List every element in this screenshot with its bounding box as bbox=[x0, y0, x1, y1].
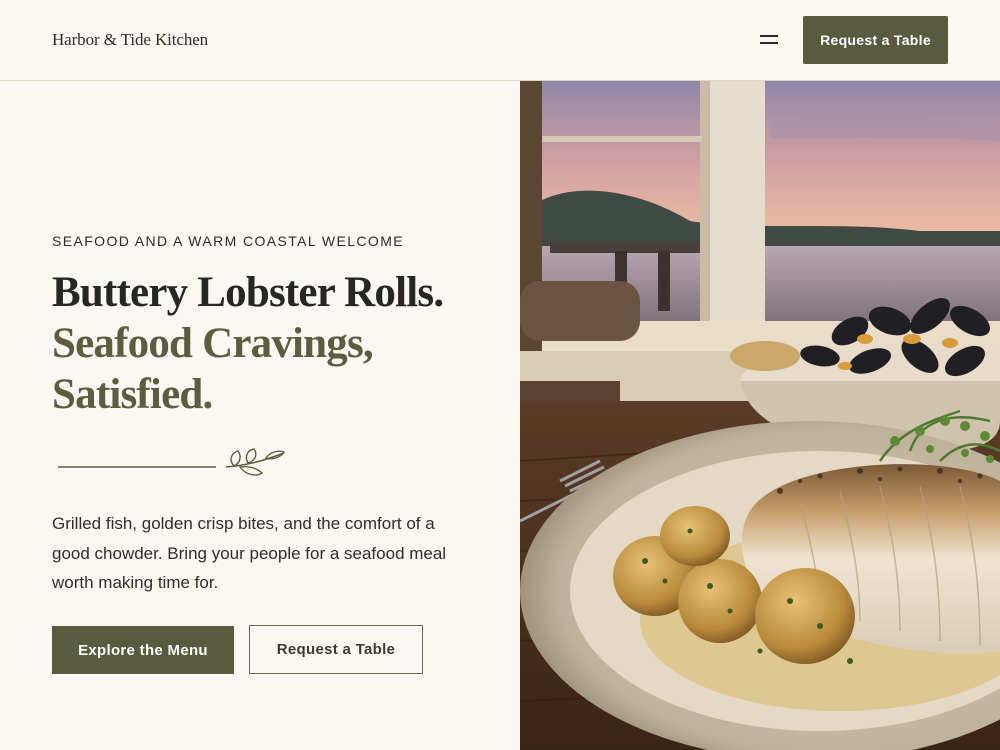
hero-headline: Buttery Lobster Rolls. Seafood Cravings,… bbox=[52, 267, 512, 420]
headline-line-1: Buttery Lobster Rolls. bbox=[52, 269, 444, 316]
brand-logo[interactable]: Harbor & Tide Kitchen bbox=[52, 30, 208, 50]
header-request-table-button[interactable]: Request a Table bbox=[803, 16, 948, 64]
hamburger-menu-icon[interactable] bbox=[757, 31, 781, 49]
menu-line bbox=[760, 35, 778, 37]
site-header: Harbor & Tide Kitchen Request a Table bbox=[0, 0, 1000, 81]
hero-content: SEAFOOD AND A WARM COASTAL WELCOME Butte… bbox=[0, 81, 520, 750]
request-table-button[interactable]: Request a Table bbox=[249, 625, 423, 674]
hero-photo bbox=[520, 81, 1000, 750]
explore-menu-button[interactable]: Explore the Menu bbox=[52, 626, 234, 674]
leaf-sprig-icon bbox=[58, 448, 286, 476]
hero-eyebrow: SEAFOOD AND A WARM COASTAL WELCOME bbox=[52, 233, 405, 249]
headline-line-2: Seafood Cravings, Satisfied. bbox=[52, 320, 374, 418]
menu-line bbox=[760, 42, 778, 44]
hero-description: Grilled fish, golden crisp bites, and th… bbox=[52, 514, 447, 592]
